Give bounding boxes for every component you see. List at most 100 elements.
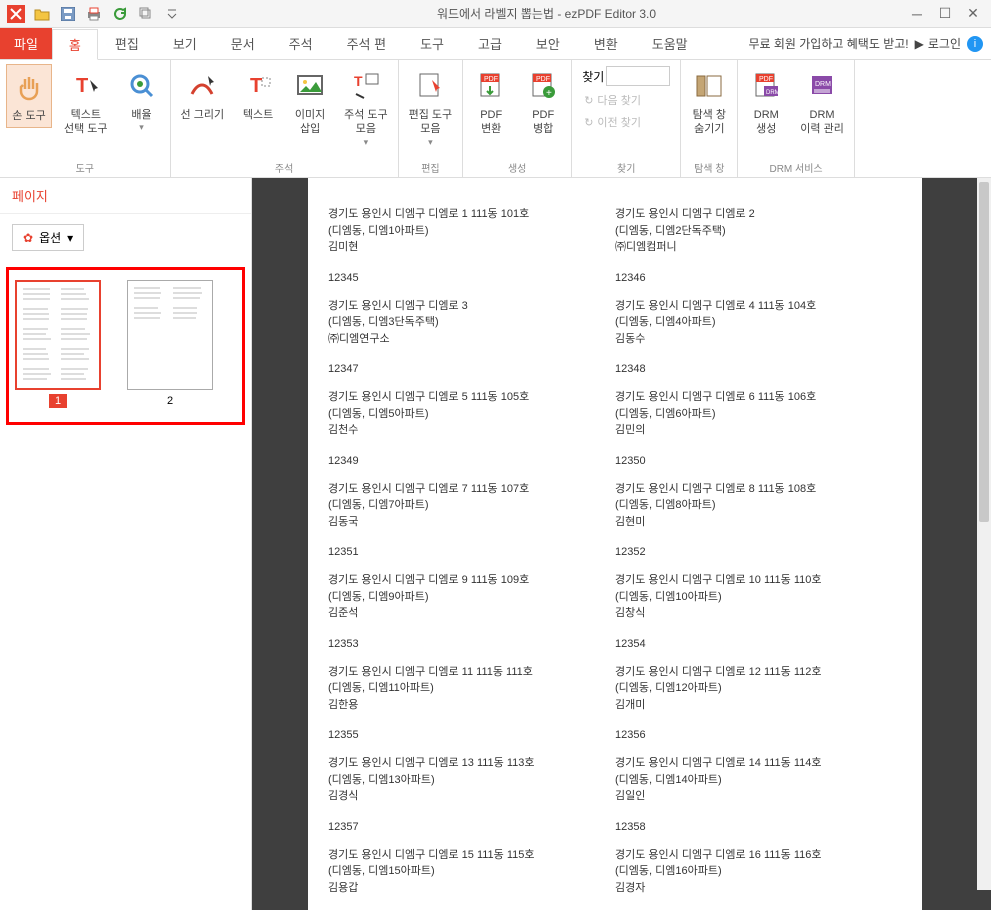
address-line1: 경기도 용인시 디엠구 디엠로 8 111동 108호 [615,481,902,498]
annot-tools-button[interactable]: T주석 도구 모음▾ [340,64,392,152]
recipient-name: 김준석 [328,605,615,622]
quick-access-toolbar [0,3,184,25]
postal-code: 12350 [615,455,902,467]
find-label: 찾기 [582,68,604,85]
vertical-scrollbar[interactable] [977,178,991,890]
postal-code: 12357 [328,821,615,833]
ribbon-label: PDF 병합 [532,108,554,137]
group-label: 도구 [6,158,164,175]
login-button[interactable]: ▶ 로그인 [915,35,961,52]
postal-code: 12348 [615,363,902,375]
nav-hide-button[interactable]: 탐색 창 숨기기 [687,64,731,141]
ribbon-label: PDF 변환 [480,108,502,137]
label-cell: 경기도 용인시 디엠구 디엠로 2(디엠동, 디엠2단독주택)㈜디엠컴퍼니123… [615,206,902,298]
print-icon[interactable] [82,3,106,25]
address-line2: (디엠동, 디엠10아파트) [615,589,902,606]
address-line2: (디엠동, 디엠9아파트) [328,589,615,606]
ribbon-label: 텍스트 [243,108,273,122]
group-label: 찾기 [578,158,674,175]
tab-변환[interactable]: 변환 [577,28,635,59]
label-cell: 경기도 용인시 디엠구 디엠로 15 111동 115호(디엠동, 디엠15아파… [328,847,615,910]
ribbon-label: 이미지 삽입 [295,108,325,137]
drm-gen-button[interactable]: PDFDRMDRM 생성 [744,64,788,141]
label-cell: 경기도 용인시 디엠구 디엠로 9 111동 109호(디엠동, 디엠9아파트)… [328,572,615,664]
ribbon-label: 편집 도구 모음 [409,108,453,137]
tab-홈[interactable]: 홈 [52,29,98,60]
ribbon-label: 선 그리기 [181,108,225,122]
tab-도구[interactable]: 도구 [403,28,461,59]
zoom-button[interactable]: 배율▾ [120,64,164,137]
nav-hide-icon [691,68,727,104]
recipient-name: 김창식 [615,605,902,622]
drm-hist-button[interactable]: DRMDRM 이력 관리 [796,64,848,141]
find-prev-button[interactable]: ↻ 이전 찾기 [582,112,670,132]
group-label: 편집 [405,158,457,175]
address-line2: (디엠동, 디엠7아파트) [328,497,615,514]
text-select-icon: T [68,68,104,104]
refresh-icon[interactable] [108,3,132,25]
titlebar: 워드에서 라벨지 뽑는법 - ezPDF Editor 3.0 ─ ☐ ✕ [0,0,991,28]
tab-고급[interactable]: 고급 [461,28,519,59]
undo-icon[interactable] [134,3,158,25]
text-select-button[interactable]: T텍스트 선택 도구 [60,64,112,141]
postal-code: 12353 [328,638,615,650]
tab-주석 편[interactable]: 주석 편 [330,28,404,59]
ribbon-group-생성: PDFPDF 변환PDF+PDF 병합생성 [463,60,572,177]
drm-hist-icon: DRM [804,68,840,104]
pdf-convert-button[interactable]: PDFPDF 변환 [469,64,513,141]
edit-tools-button[interactable]: 편집 도구 모음▾ [405,64,457,152]
app-icon[interactable] [4,3,28,25]
qa-dropdown-icon[interactable] [160,3,184,25]
save-icon[interactable] [56,3,80,25]
info-icon[interactable]: i [967,36,983,52]
label-cell: 경기도 용인시 디엠구 디엠로 6 111동 106호(디엠동, 디엠6아파트)… [615,389,902,481]
thumbnail-2[interactable]: 2 [127,280,213,408]
tab-문서[interactable]: 문서 [214,28,272,59]
postal-code: 12358 [615,821,902,833]
recipient-name: 김경자 [615,880,902,897]
pdf-merge-icon: PDF+ [525,68,561,104]
tab-보안[interactable]: 보안 [519,28,577,59]
label-cell: 경기도 용인시 디엠구 디엠로 12 111동 112호(디엠동, 디엠12아파… [615,664,902,756]
address-line1: 경기도 용인시 디엠구 디엠로 6 111동 106호 [615,389,902,406]
maximize-icon[interactable]: ☐ [937,6,953,22]
page-panel: 페이지 ✿ 옵션 ▾ 12 [0,178,252,910]
postal-code: 12351 [328,546,615,558]
tab-주석[interactable]: 주석 [272,28,330,59]
label-cell: 경기도 용인시 디엠구 디엠로 8 111동 108호(디엠동, 디엠8아파트)… [615,481,902,573]
login-label: 로그인 [928,35,961,52]
recipient-name: 김천수 [328,422,615,439]
document-area[interactable]: 경기도 용인시 디엠구 디엠로 1 111동 101호(디엠동, 디엠1아파트)… [252,178,991,910]
thumbnail-1[interactable]: 1 [15,280,101,408]
file-tab[interactable]: 파일 [0,28,52,59]
address-line2: (디엠동, 디엠12아파트) [615,680,902,697]
insert-image-button[interactable]: 이미지 삽입 [288,64,332,141]
address-line2: (디엠동, 디엠5아파트) [328,406,615,423]
find-input[interactable] [606,66,670,86]
recipient-name: 김미현 [328,239,615,256]
find-next-button[interactable]: ↻ 다음 찾기 [582,90,670,110]
address-line1: 경기도 용인시 디엠구 디엠로 14 111동 114호 [615,755,902,772]
recipient-name: 김동국 [328,514,615,531]
tab-편집[interactable]: 편집 [98,28,156,59]
scroll-thumb[interactable] [979,182,989,522]
hand-button[interactable]: 손 도구 [6,64,52,128]
text-button[interactable]: T 텍스트 [236,64,280,126]
address-line1: 경기도 용인시 디엠구 디엠로 12 111동 112호 [615,664,902,681]
group-label: 탐색 창 [687,158,731,175]
open-icon[interactable] [30,3,54,25]
minimize-icon[interactable]: ─ [909,6,925,22]
tab-도움말[interactable]: 도움말 [635,28,705,59]
svg-text:T: T [250,75,262,97]
tab-보기[interactable]: 보기 [156,28,214,59]
document-page: 경기도 용인시 디엠구 디엠로 1 111동 101호(디엠동, 디엠1아파트)… [308,178,922,910]
address-line1: 경기도 용인시 디엠구 디엠로 11 111동 111호 [328,664,615,681]
close-icon[interactable]: ✕ [965,6,981,22]
chevron-down-icon: ▾ [139,122,144,133]
pdf-merge-button[interactable]: PDF+ PDF 병합 [521,64,565,141]
draw-line-button[interactable]: 선 그리기 [177,64,229,126]
hand-icon [11,69,47,105]
recipient-name: 김일인 [615,788,902,805]
options-button[interactable]: ✿ 옵션 ▾ [12,224,84,251]
group-label: 주석 [177,158,392,175]
